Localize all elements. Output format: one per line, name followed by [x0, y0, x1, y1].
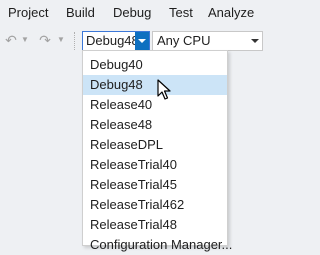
- chevron-down-icon[interactable]: [135, 32, 149, 50]
- redo-icon[interactable]: ↷: [38, 31, 52, 49]
- menu-analyze[interactable]: Analyze: [208, 4, 254, 22]
- dropdown-item-releasetrial45[interactable]: ReleaseTrial45: [83, 175, 227, 195]
- dropdown-item-releasedpl[interactable]: ReleaseDPL: [83, 135, 227, 155]
- dropdown-item-release40[interactable]: Release40: [83, 95, 227, 115]
- dropdown-item-configuration-manager[interactable]: Configuration Manager...: [83, 235, 232, 255]
- redo-dropdown-chevron-down-icon[interactable]: ▼: [56, 31, 66, 49]
- menu-debug[interactable]: Debug: [113, 4, 151, 22]
- configuration-value: Debug48: [86, 33, 136, 48]
- undo-icon[interactable]: ↶: [4, 31, 18, 49]
- dropdown-item-releasetrial48[interactable]: ReleaseTrial48: [83, 215, 227, 235]
- platform-value: Any CPU: [157, 33, 211, 48]
- mouse-pointer-icon: [157, 79, 171, 100]
- menu-project[interactable]: Project: [8, 4, 48, 22]
- dropdown-item-debug48[interactable]: Debug48: [83, 75, 227, 95]
- undo-dropdown-chevron-down-icon[interactable]: ▼: [20, 31, 30, 49]
- solution-configuration-combo[interactable]: Debug48: [82, 31, 150, 51]
- configuration-dropdown-list: Debug40 Debug48 Release40 Release48 Rele…: [82, 50, 232, 252]
- dropdown-item-releasetrial40[interactable]: ReleaseTrial40: [83, 155, 227, 175]
- menu-bar: Project Build Debug Test Analyze: [0, 0, 267, 26]
- dropdown-item-debug40[interactable]: Debug40: [83, 55, 227, 75]
- chevron-down-icon[interactable]: [251, 39, 259, 43]
- toolbar-separator: [74, 32, 76, 50]
- dropdown-item-releasetrial462[interactable]: ReleaseTrial462: [83, 195, 227, 215]
- menu-build[interactable]: Build: [66, 4, 95, 22]
- menu-test[interactable]: Test: [169, 4, 193, 22]
- dropdown-item-release48[interactable]: Release48: [83, 115, 227, 135]
- solution-platform-combo[interactable]: Any CPU: [152, 31, 263, 51]
